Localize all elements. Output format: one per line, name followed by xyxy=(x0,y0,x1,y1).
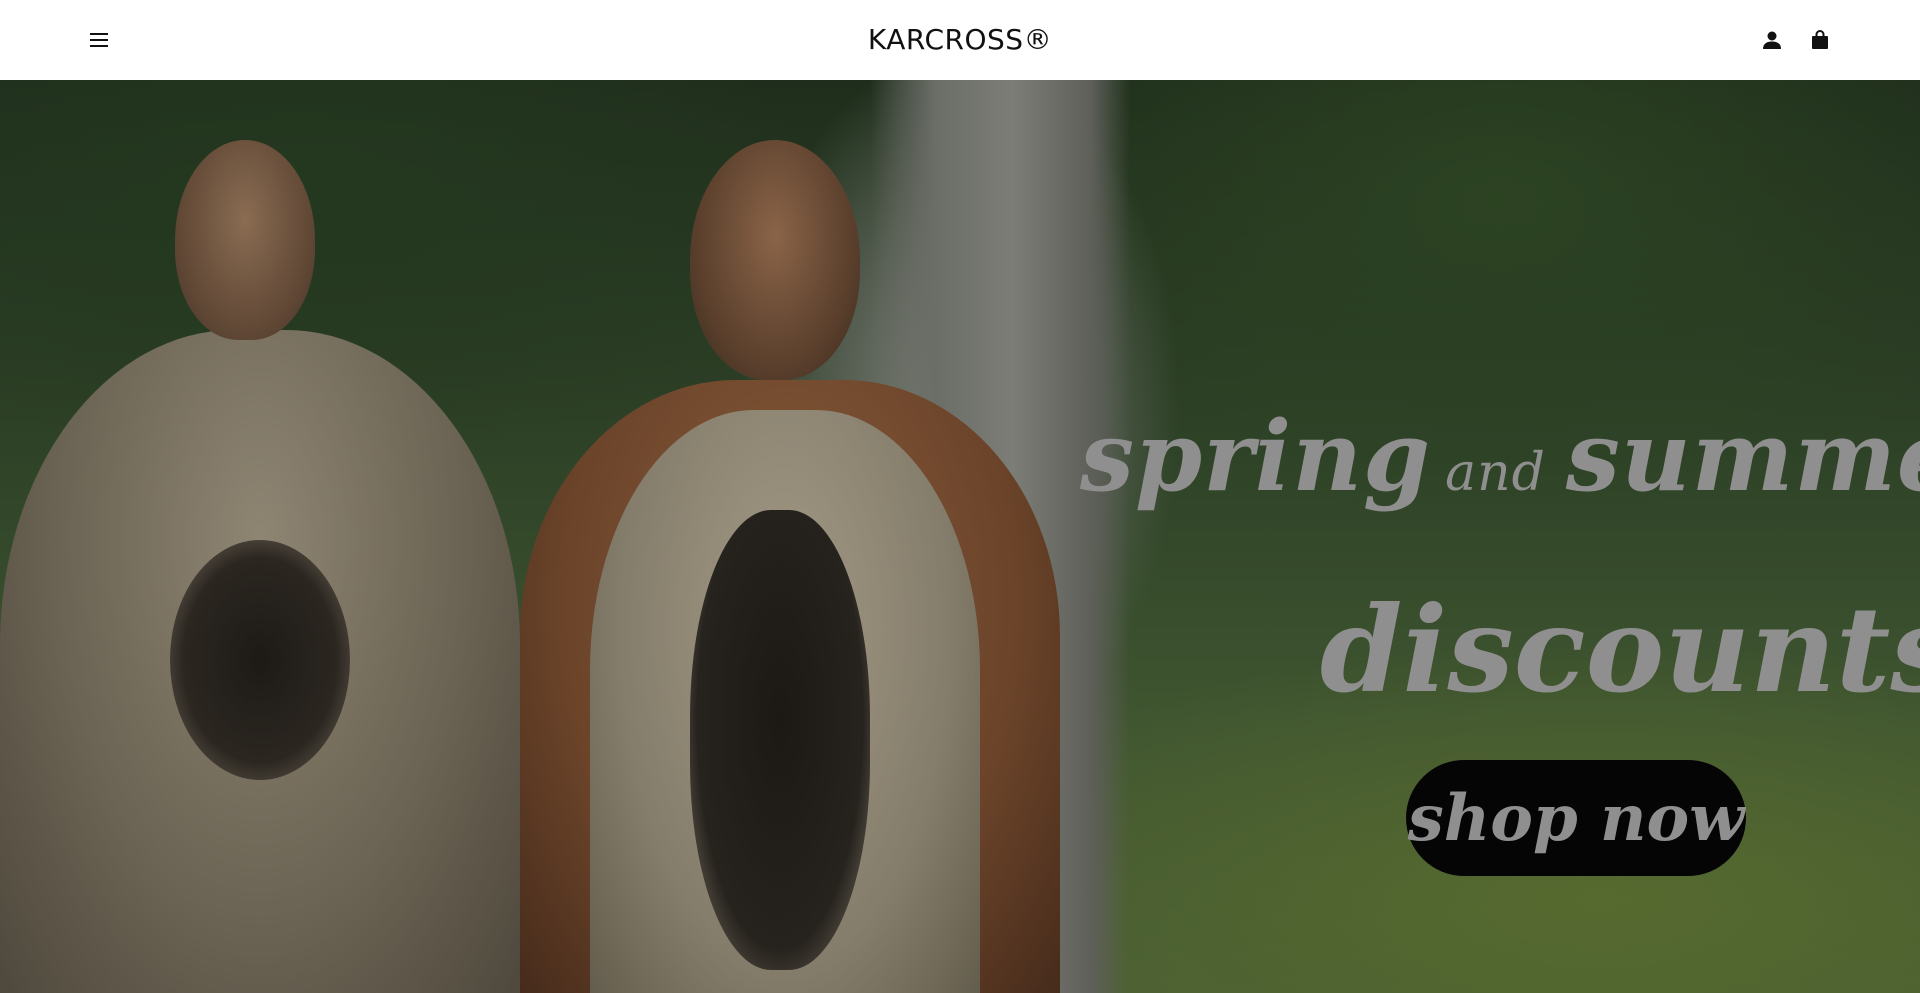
headline-summer: summer xyxy=(1565,400,1920,513)
logo-link[interactable]: KARCROSS® xyxy=(868,23,1052,56)
model-right-head-image xyxy=(690,140,860,380)
promo-headline: springand summer xyxy=(1080,400,1920,513)
account-button[interactable] xyxy=(1758,26,1786,54)
cart-button[interactable] xyxy=(1806,26,1834,54)
promo-subheadline: discounts xyxy=(1320,580,1920,719)
shop-now-button[interactable]: shop now xyxy=(1406,760,1746,876)
user-icon xyxy=(1763,31,1781,49)
hero-banner[interactable]: springand summer discounts shop now xyxy=(0,80,1920,993)
shopping-bag-icon xyxy=(1812,30,1828,49)
vest-tree-print-image xyxy=(690,510,870,970)
site-logo: KARCROSS® xyxy=(0,20,1920,60)
promo-overlay: springand summer discounts shop now xyxy=(1070,320,1920,920)
model-left-head-image xyxy=(175,140,315,340)
site-header: KARCROSS® xyxy=(0,0,1920,80)
shirt-tree-print-image xyxy=(170,540,350,780)
headline-spring: spring xyxy=(1080,400,1432,513)
headline-and: and xyxy=(1445,443,1546,503)
